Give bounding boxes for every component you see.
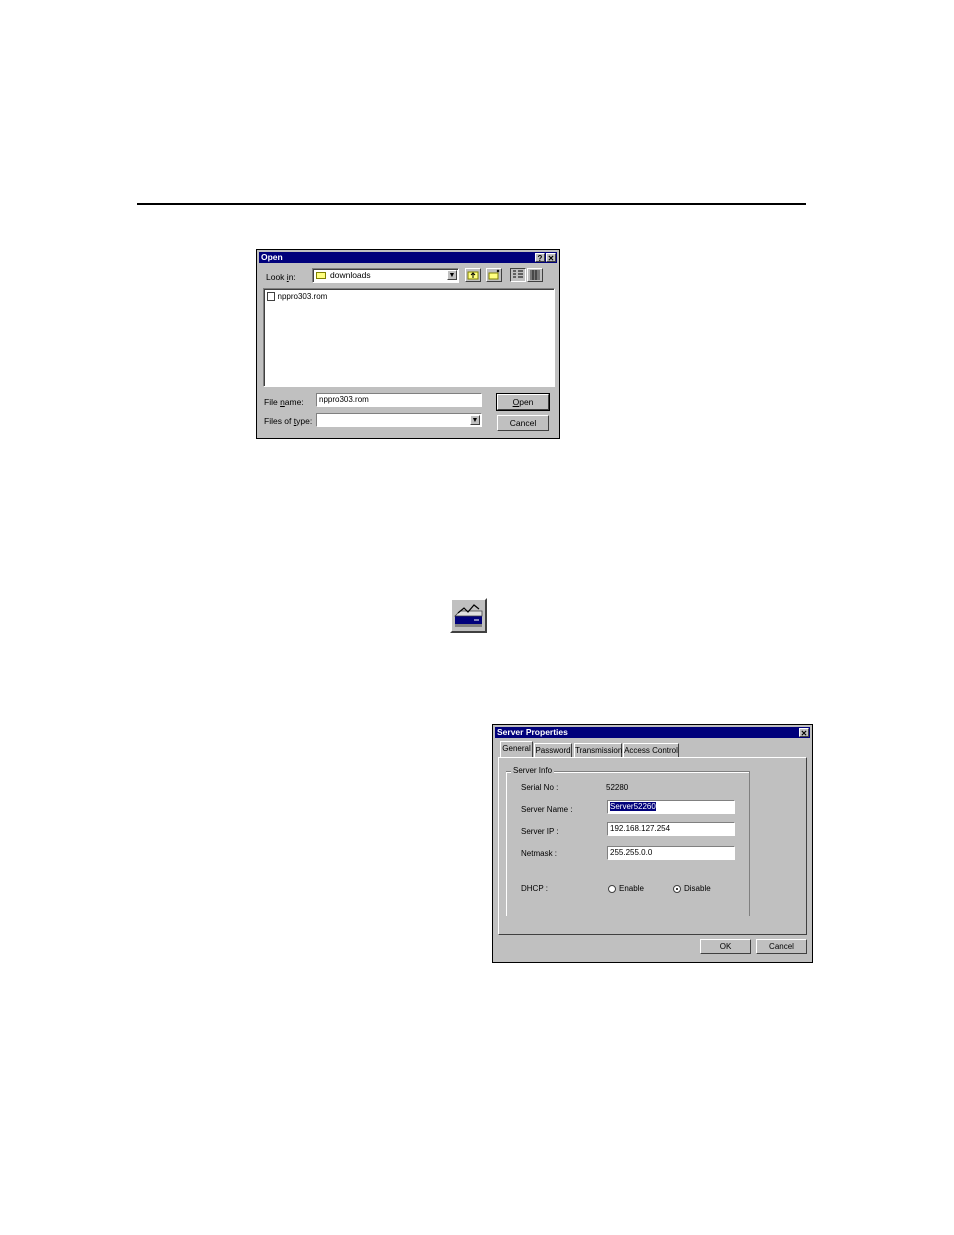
dhcp-enable-radio[interactable] — [608, 885, 616, 893]
file-icon — [267, 292, 275, 301]
open-button[interactable]: Open — [496, 393, 550, 411]
server-name-field[interactable]: Server52260 — [607, 800, 735, 814]
list-item[interactable]: nppro303.rom — [267, 292, 327, 303]
details-view-button[interactable] — [527, 268, 543, 282]
server-ip-label: Server IP : — [521, 827, 559, 836]
tab-access-control[interactable]: Access Control — [623, 743, 679, 757]
tab-transmission[interactable]: Transmission — [574, 743, 622, 757]
close-button[interactable]: ✕ — [799, 728, 809, 738]
file-list[interactable]: nppro303.rom — [263, 288, 555, 387]
list-view-button[interactable] — [510, 268, 526, 282]
files-of-type-label: Files of type: — [264, 416, 313, 426]
tab-general[interactable]: General — [500, 741, 533, 757]
details-view-icon — [530, 270, 540, 280]
close-button[interactable]: ✕ — [546, 253, 556, 263]
cancel-button[interactable]: Cancel — [497, 415, 549, 431]
look-in-label: Look in: — [266, 272, 296, 282]
server-name-label: Server Name : — [521, 805, 573, 814]
server-info-group-label: Server Info — [511, 766, 555, 775]
file-name: nppro303.rom — [277, 292, 328, 301]
server-config-icon — [454, 604, 483, 627]
dhcp-disable-label[interactable]: Disable — [684, 884, 711, 893]
tab-password[interactable]: Password — [534, 743, 572, 757]
file-name-label: File name: — [264, 397, 304, 407]
server-dialog-title: Server Properties — [497, 727, 568, 737]
page-header-rule — [137, 203, 806, 205]
create-new-folder-button[interactable] — [486, 268, 502, 282]
cancel-button[interactable]: Cancel — [756, 939, 807, 954]
look-in-combo[interactable]: downloads ▼ — [312, 268, 459, 283]
dhcp-label: DHCP : — [521, 884, 548, 893]
up-one-level-button[interactable] — [465, 268, 481, 282]
netmask-field[interactable]: 255.255.0.0 — [607, 846, 735, 860]
files-of-type-combo[interactable]: ▼ — [316, 413, 482, 427]
server-config-toolbar-button[interactable] — [450, 598, 487, 633]
list-view-icon — [513, 270, 523, 278]
chevron-down-icon[interactable]: ▼ — [447, 270, 457, 280]
chevron-down-icon[interactable]: ▼ — [470, 415, 480, 425]
server-ip-field[interactable]: 192.168.127.254 — [607, 822, 735, 836]
server-dialog-titlebar[interactable]: Server Properties ✕ — [495, 727, 810, 738]
dhcp-enable-label[interactable]: Enable — [619, 884, 644, 893]
open-dialog-titlebar[interactable]: Open ? ✕ — [259, 252, 557, 263]
open-dialog: Open ? ✕ Look in: downloads ▼ nppro303.r… — [256, 249, 560, 439]
server-name-value: Server52260 — [610, 802, 656, 811]
open-dialog-title: Open — [261, 252, 283, 262]
serial-no-value: 52280 — [606, 783, 629, 792]
folder-icon — [316, 272, 326, 279]
server-info-group — [506, 771, 750, 916]
file-name-field[interactable]: nppro303.rom — [316, 393, 482, 407]
new-folder-icon — [488, 269, 500, 280]
dhcp-disable-radio[interactable] — [673, 885, 681, 893]
netmask-label: Netmask : — [521, 849, 558, 858]
help-button[interactable]: ? — [535, 253, 545, 263]
look-in-value: downloads — [330, 270, 371, 280]
up-folder-icon — [467, 271, 479, 280]
serial-no-label: Serial No : — [521, 783, 559, 792]
ok-button[interactable]: OK — [700, 939, 751, 954]
